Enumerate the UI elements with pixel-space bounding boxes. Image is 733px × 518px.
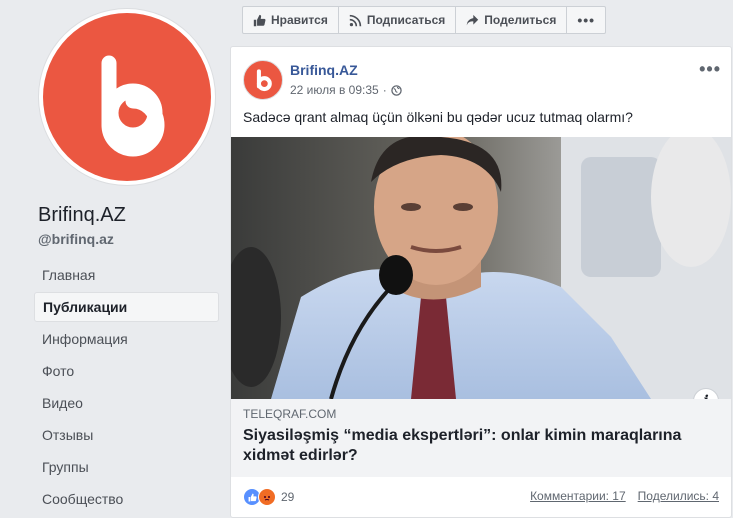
subscribe-label: Подписаться [366,13,446,27]
page-name: Brifinq.AZ [38,204,126,226]
nav-item-groups[interactable]: Группы [34,452,219,482]
reactions-count: 29 [281,490,295,504]
post-text: Sadəcə qrant almaq üçün ölkəni bu qədər … [243,109,633,125]
nav-item-reviews[interactable]: Отзывы [34,420,219,450]
nav-item-posts[interactable]: Публикации [34,292,219,322]
share-page-button[interactable]: Поделиться [456,7,568,33]
subscribe-button[interactable]: Подписаться [339,7,457,33]
post-card: Brifinq.AZ 22 июля в 09:35 · ••• Sadəcə … [230,46,732,518]
meta-separator: · [382,83,387,97]
man-speaking-photo [231,137,731,399]
share-page-label: Поделиться [484,13,557,27]
like-page-button[interactable]: Нравится [243,7,339,33]
post-meta: 22 июля в 09:35 · [290,83,402,97]
nav-item-community[interactable]: Сообщество [34,484,219,514]
post-author-name[interactable]: Brifinq.AZ [290,62,358,78]
stats-spacer [626,489,638,503]
thumbs-up-icon [253,14,266,26]
comments-count-link[interactable]: Комментарии: 17 [530,489,626,503]
post-author-avatar[interactable] [243,60,283,100]
link-title[interactable]: Siyasiləşmiş “media ekspertləri”: onlar … [243,426,703,466]
nav-item-videos[interactable]: Видео [34,388,219,418]
reactions-summary[interactable]: 29 [243,488,294,506]
more-dots-icon: ••• [577,12,596,28]
like-page-label: Нравится [271,13,328,27]
nav-item-photos[interactable]: Фото [34,356,219,386]
brand-logo [43,13,211,181]
link-preview[interactable]: TELEQRAF.COM Siyasiləşmiş “media ekspert… [231,399,731,477]
post-link-image[interactable] [231,137,731,399]
post-stats: Комментарии: 17 Поделились: 4 [530,489,719,503]
nav-item-home[interactable]: Главная [34,260,219,290]
share-arrow-icon [467,14,479,25]
angry-reaction-icon [258,488,276,506]
globe-icon[interactable] [390,84,402,96]
post-options-icon[interactable]: ••• [699,59,721,80]
link-domain: TELEQRAF.COM [243,407,337,421]
page-action-bar: Нравится Подписаться Поделиться ••• [242,6,607,34]
page-nav: Главная Публикации Информация Фото Видео… [34,260,219,516]
page-profile-picture[interactable] [39,9,215,185]
page-handle[interactable]: @brifinq.az [38,231,114,247]
more-options-button[interactable]: ••• [567,7,605,33]
post-timestamp[interactable]: 22 июля в 09:35 [290,83,379,97]
nav-item-about[interactable]: Информация [34,324,219,354]
rss-icon [349,14,362,26]
shares-count-link[interactable]: Поделились: 4 [638,489,719,503]
